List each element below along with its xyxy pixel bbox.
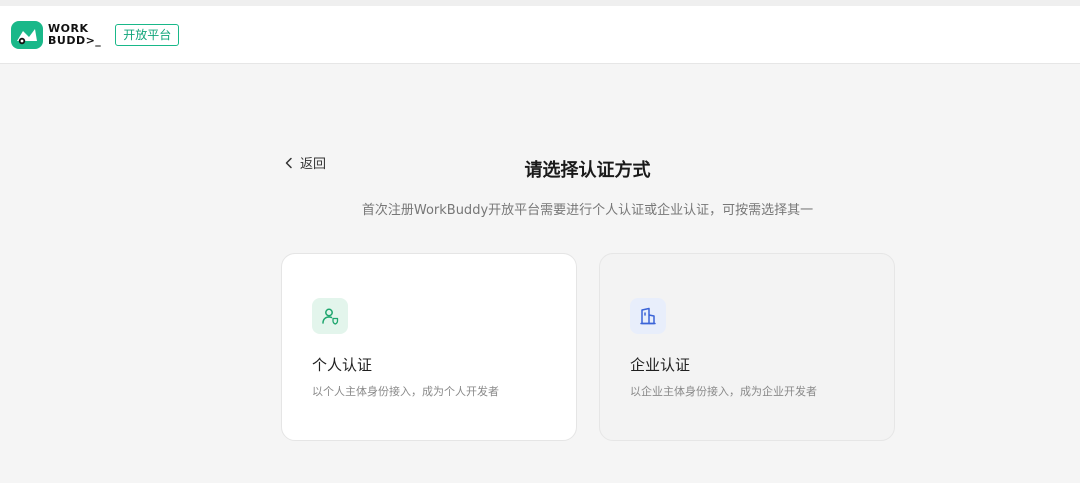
workbuddy-logo-icon bbox=[11, 20, 43, 49]
personal-card-title: 个人认证 bbox=[312, 356, 373, 374]
logo-wordmark: WORK BUDD>_ bbox=[48, 21, 102, 47]
enterprise-verification-card[interactable]: 企业认证 以企业主体身份接入，成为企业开发者 bbox=[599, 253, 895, 441]
personal-card-desc: 以个人主体身份接入，成为个人开发者 bbox=[312, 385, 499, 398]
enterprise-card-desc: 以企业主体身份接入，成为企业开发者 bbox=[630, 385, 817, 398]
personal-icon-tile bbox=[312, 298, 348, 334]
open-platform-badge[interactable]: 开放平台 bbox=[115, 23, 180, 46]
page-subtitle: 首次注册WorkBuddy开放平台需要进行个人认证或企业认证，可按需选择其一 bbox=[361, 203, 814, 218]
page-title: 请选择认证方式 bbox=[524, 160, 651, 181]
top-header: WORK BUDD>_ 开放平台 bbox=[0, 6, 1080, 64]
logo-line-2: BUDD>_ bbox=[48, 33, 102, 47]
building-icon bbox=[640, 307, 656, 325]
personal-verification-card[interactable]: 个人认证 以个人主体身份接入，成为个人开发者 bbox=[281, 253, 577, 441]
logo-line-1: WORK bbox=[48, 21, 89, 35]
user-shield-icon bbox=[322, 308, 339, 325]
enterprise-icon-tile bbox=[630, 298, 666, 334]
enterprise-card-title: 企业认证 bbox=[630, 356, 691, 374]
workbuddy-logo[interactable]: WORK BUDD>_ bbox=[11, 19, 101, 51]
